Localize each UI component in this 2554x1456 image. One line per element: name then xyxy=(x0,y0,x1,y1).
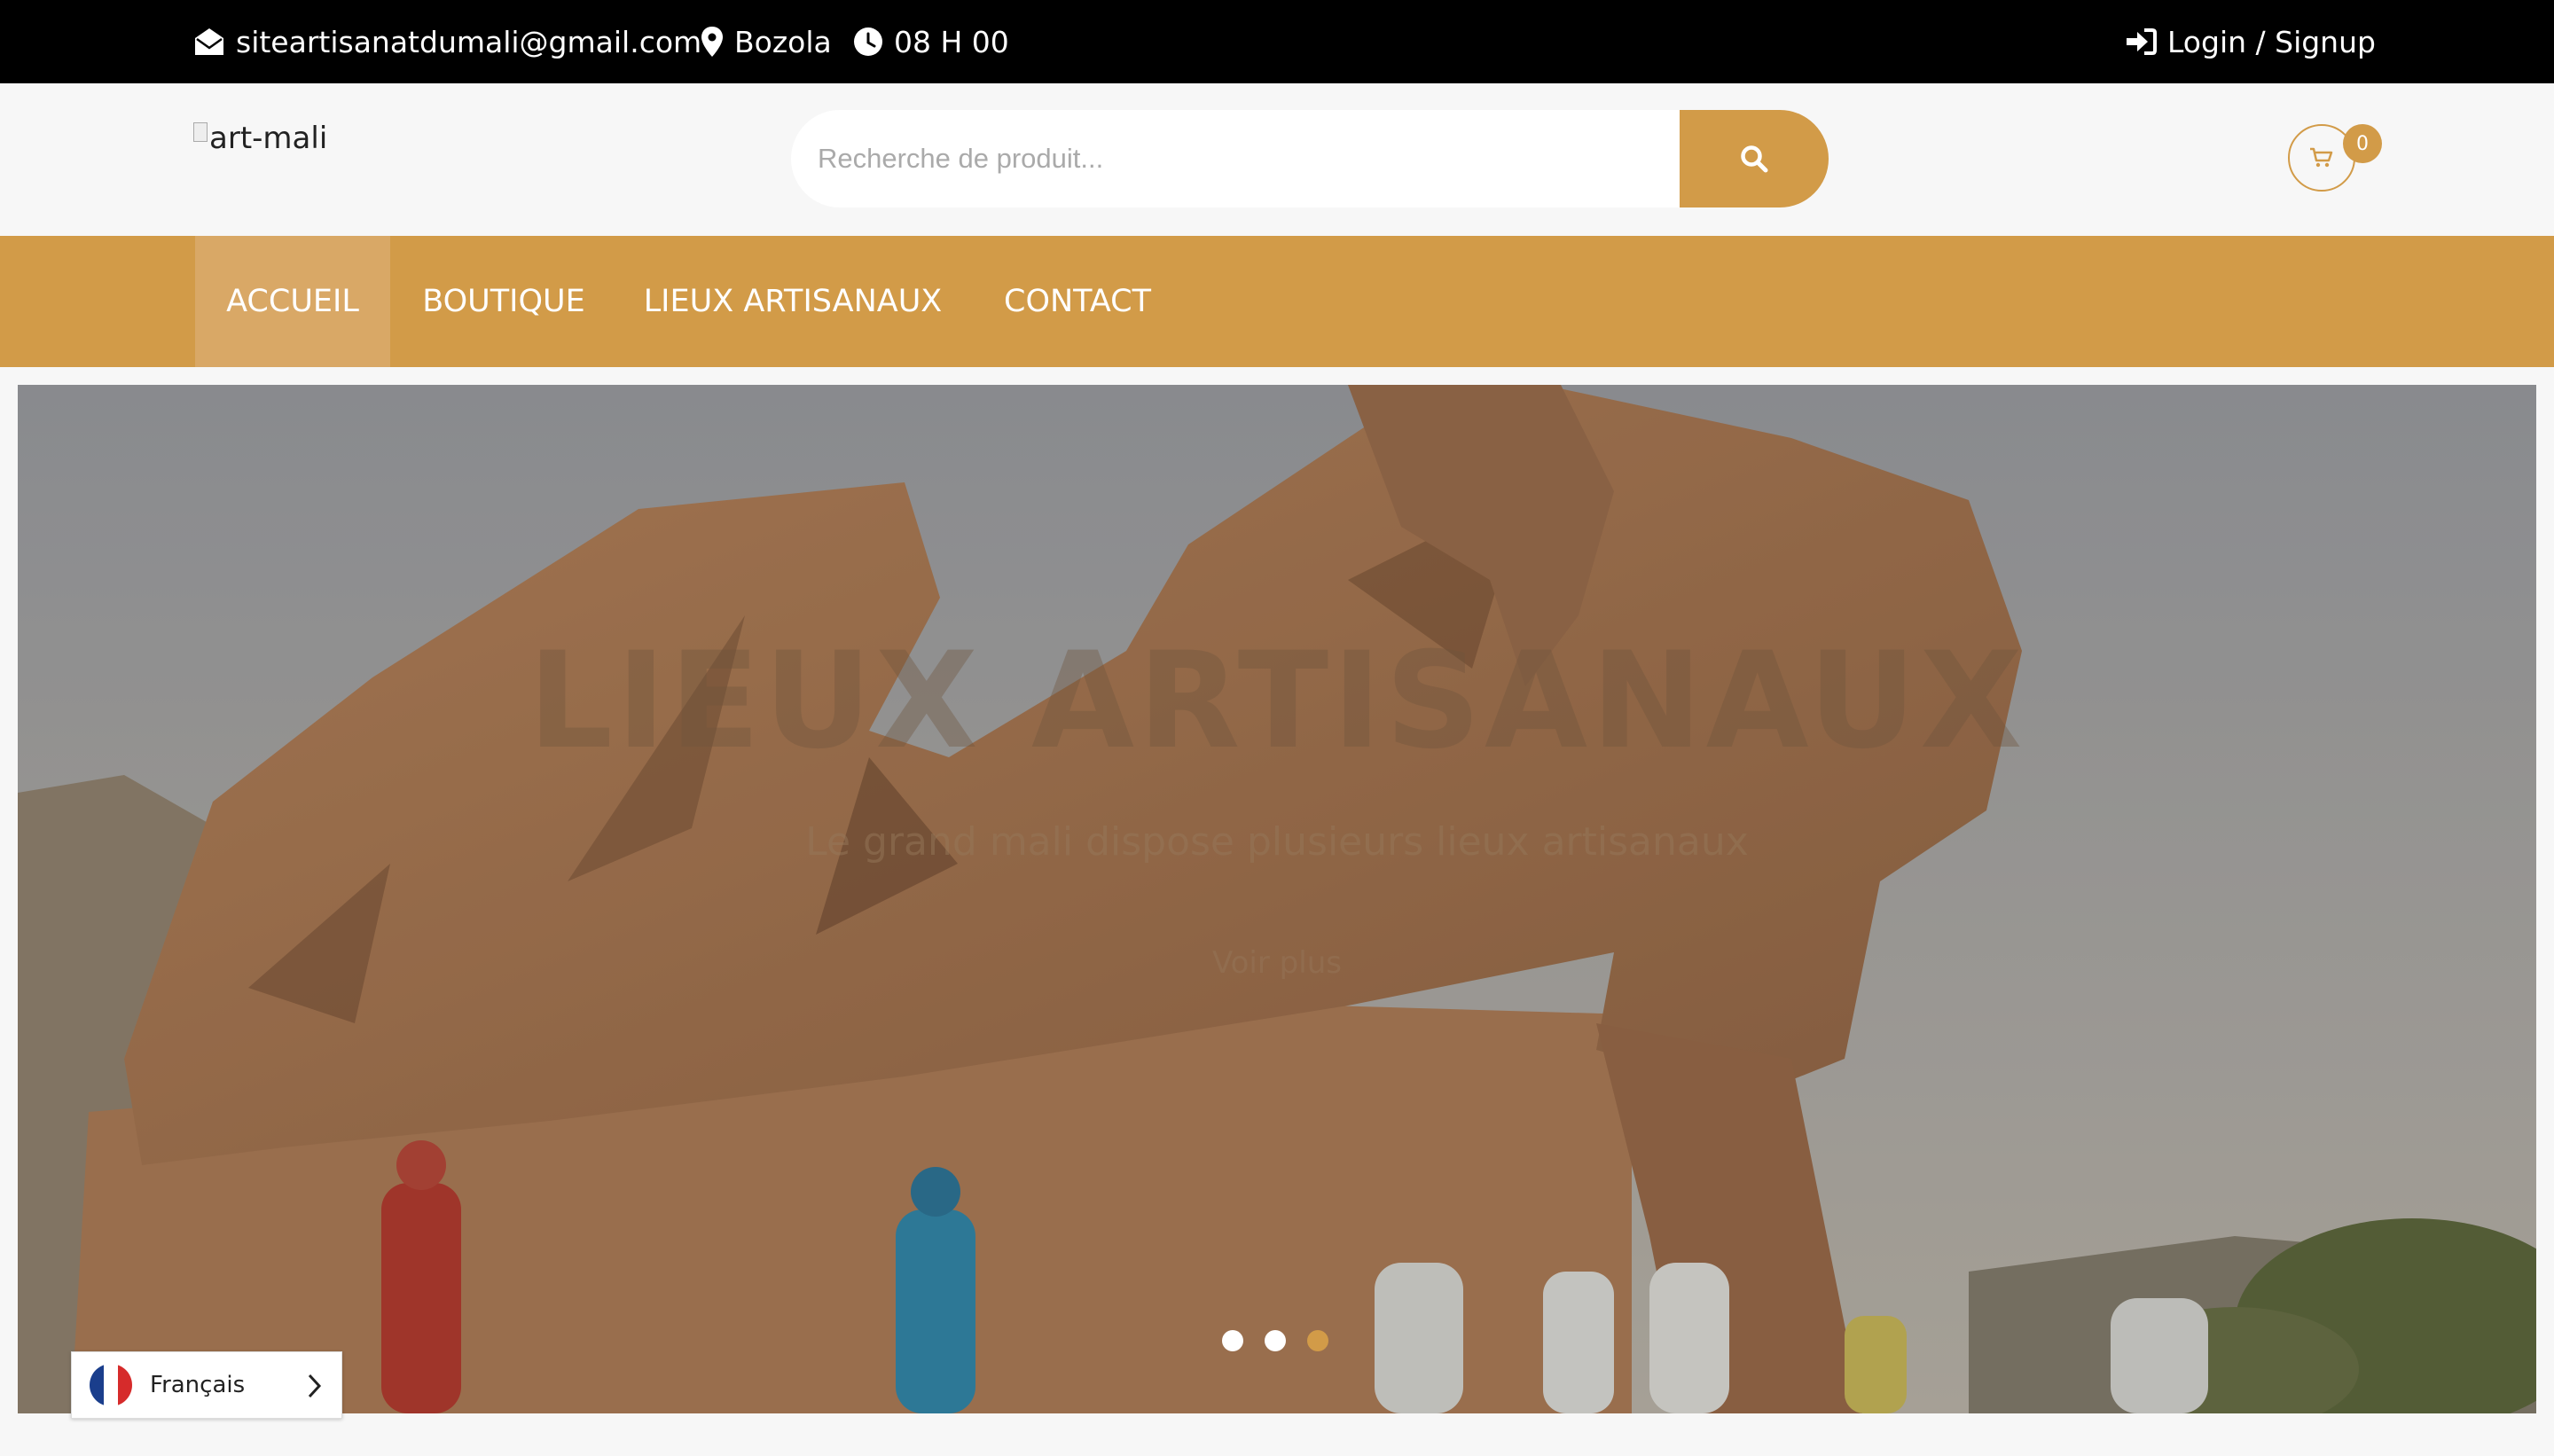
envelope-open-icon xyxy=(195,28,223,55)
shopping-cart-icon xyxy=(2310,147,2333,168)
hero-cta-button[interactable]: Voir plus xyxy=(1179,945,1375,981)
nav-item-label: CONTACT xyxy=(1004,284,1151,319)
broken-image-icon xyxy=(193,122,208,142)
top-bar: siteartisanatdumali@gmail.com Bozola 08 … xyxy=(0,0,2554,83)
search-button[interactable] xyxy=(1680,110,1829,207)
clock-icon xyxy=(854,27,882,56)
nav-item-contact[interactable]: CONTACT xyxy=(984,236,1171,367)
language-label: Français xyxy=(150,1372,246,1398)
contact-location: Bozola xyxy=(701,0,832,83)
nav-item-label: ACCUEIL xyxy=(226,284,359,319)
slider-dot-1[interactable] xyxy=(1222,1330,1243,1351)
hero-overlay xyxy=(18,385,2536,1413)
nav-item-accueil[interactable]: ACCUEIL xyxy=(195,236,390,367)
product-search xyxy=(791,110,1829,207)
cart-count-badge: 0 xyxy=(2343,124,2382,163)
login-signup-link[interactable]: Login / Signup xyxy=(2125,0,2376,83)
site-header: art-mali 0 xyxy=(0,83,2554,236)
sign-in-icon xyxy=(2127,28,2157,55)
contact-email[interactable]: siteartisanatdumali@gmail.com xyxy=(193,0,701,83)
map-marker-icon xyxy=(701,27,723,57)
search-icon xyxy=(1741,145,1768,173)
contact-email-text: siteartisanatdumali@gmail.com xyxy=(236,24,702,59)
france-flag-icon xyxy=(90,1364,132,1406)
chevron-right-icon xyxy=(308,1374,322,1398)
location-text: Bozola xyxy=(734,24,832,59)
slider-pagination xyxy=(1222,1330,1328,1351)
login-signup-text: Login / Signup xyxy=(2167,24,2376,59)
slider-dot-3[interactable] xyxy=(1307,1330,1328,1351)
hours-text: 08 H 00 xyxy=(894,24,1009,59)
nav-item-lieux-artisanaux[interactable]: LIEUX ARTISANAUX xyxy=(637,236,949,367)
nav-item-boutique[interactable]: BOUTIQUE xyxy=(408,236,599,367)
nav-item-label: BOUTIQUE xyxy=(422,284,585,319)
slider-dot-2[interactable] xyxy=(1265,1330,1286,1351)
site-logo[interactable]: art-mali xyxy=(193,121,327,156)
hero-subtitle: Le grand mali dispose plusieurs lieux ar… xyxy=(805,819,1749,865)
opening-hours: 08 H 00 xyxy=(853,0,1009,83)
main-navigation: ACCUEIL BOUTIQUE LIEUX ARTISANAUX CONTAC… xyxy=(0,236,2554,367)
language-switcher[interactable]: Français xyxy=(71,1351,342,1419)
hero-slider[interactable]: LIEUX ARTISANAUX Le grand mali dispose p… xyxy=(18,385,2536,1413)
search-input[interactable] xyxy=(791,110,1680,207)
hero-title: LIEUX ARTISANAUX xyxy=(528,624,2026,779)
logo-alt-text: art-mali xyxy=(209,121,328,156)
nav-item-label: LIEUX ARTISANAUX xyxy=(643,284,943,319)
